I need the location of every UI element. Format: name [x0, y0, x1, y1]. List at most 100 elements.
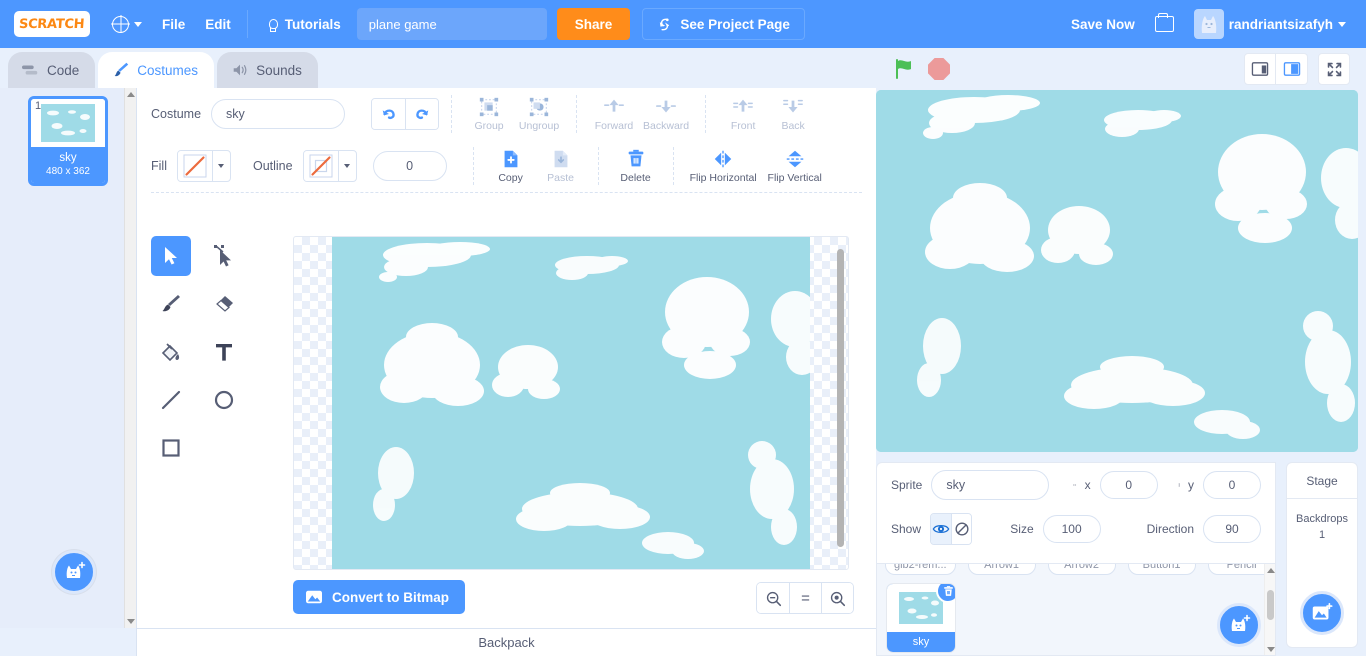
- paint-toolbar-row-2: Fill Outline 0 Copy Paste Delete Flip Ho…: [137, 140, 876, 192]
- add-costume-button[interactable]: [52, 550, 96, 594]
- scroll-down-icon[interactable]: [1267, 647, 1275, 652]
- zoom-in-button[interactable]: [821, 583, 853, 613]
- flip-vertical-button[interactable]: Flip Vertical: [761, 148, 829, 184]
- direction-input[interactable]: [1203, 515, 1261, 543]
- outline-swatch[interactable]: [303, 151, 338, 181]
- stage-selector-panel[interactable]: Stage Backdrops 1: [1286, 462, 1358, 648]
- ungroup-button[interactable]: Ungroup: [514, 96, 564, 132]
- tool-line[interactable]: [151, 380, 191, 420]
- paint-canvas[interactable]: [293, 236, 849, 570]
- size-label: Size: [1010, 522, 1034, 536]
- account-menu[interactable]: randriantsizafyh: [1184, 9, 1356, 39]
- costume-name-input[interactable]: [211, 99, 346, 129]
- scroll-up-icon[interactable]: [127, 92, 135, 97]
- scroll-down-icon[interactable]: [127, 619, 135, 624]
- show-hidden-button[interactable]: [950, 514, 972, 544]
- my-stuff-button[interactable]: [1145, 9, 1184, 39]
- zoom-out-button[interactable]: [757, 583, 789, 613]
- artboard[interactable]: [332, 237, 819, 569]
- outline-color-group[interactable]: [302, 150, 357, 182]
- y-input[interactable]: [1203, 471, 1261, 499]
- fullscreen-button[interactable]: [1318, 53, 1350, 85]
- sprite-name-input[interactable]: [931, 470, 1050, 500]
- large-stage-button[interactable]: [1276, 53, 1308, 85]
- show-label: Show: [891, 522, 922, 536]
- stage-canvas[interactable]: [876, 90, 1358, 452]
- see-project-page-button[interactable]: See Project Page: [642, 8, 805, 40]
- forward-button[interactable]: Forward: [589, 96, 639, 132]
- copy-button[interactable]: Copy: [486, 148, 536, 184]
- paint-editor: Costume Gr: [136, 88, 876, 628]
- edit-menu[interactable]: Edit: [195, 9, 241, 39]
- tool-circle[interactable]: [204, 380, 244, 420]
- flip-horizontal-button[interactable]: Flip Horizontal: [686, 148, 761, 184]
- share-button[interactable]: Share: [556, 8, 631, 40]
- tool-eraser[interactable]: [204, 284, 244, 324]
- sprite-chip[interactable]: glb2-rem...: [885, 564, 956, 575]
- add-sprite-button[interactable]: [1217, 603, 1261, 647]
- sprite-chip[interactable]: Button1: [1127, 564, 1196, 575]
- costume-list-scrollbar[interactable]: [124, 88, 136, 628]
- fill-dropdown-arrow[interactable]: [211, 151, 230, 181]
- backward-button[interactable]: Backward: [639, 96, 693, 132]
- back-icon: [783, 99, 804, 113]
- tutorials-menu[interactable]: Tutorials: [254, 9, 351, 39]
- delete-button[interactable]: Delete: [611, 148, 661, 184]
- tool-reshape[interactable]: [204, 236, 244, 276]
- show-visible-button[interactable]: [931, 514, 951, 544]
- size-input[interactable]: [1042, 515, 1101, 543]
- tool-rectangle[interactable]: [151, 428, 191, 468]
- outline-dropdown-arrow[interactable]: [337, 151, 356, 181]
- tab-sounds[interactable]: Sounds: [217, 52, 318, 88]
- save-now-button[interactable]: Save Now: [1061, 9, 1145, 39]
- undo-button[interactable]: [372, 99, 406, 129]
- x-input[interactable]: [1099, 471, 1158, 499]
- paste-button[interactable]: Paste: [536, 148, 586, 184]
- convert-to-bitmap-button[interactable]: Convert to Bitmap: [293, 580, 466, 614]
- add-backdrop-button[interactable]: [1300, 591, 1344, 635]
- stop-button[interactable]: [928, 58, 950, 80]
- sprite-list-scrollbar[interactable]: [1264, 564, 1275, 655]
- sprite-label: Sprite: [891, 478, 923, 492]
- tool-text[interactable]: [204, 332, 244, 372]
- stage-selector-header: Stage: [1287, 463, 1357, 499]
- costume-list-panel: 1 sky 480 x 362: [0, 88, 136, 628]
- y-label: y: [1188, 478, 1194, 492]
- costume-item-sky[interactable]: 1 sky 480 x 362: [28, 96, 108, 186]
- tool-brush[interactable]: [151, 284, 191, 324]
- scroll-thumb[interactable]: [1267, 590, 1274, 620]
- tool-fill[interactable]: [151, 332, 191, 372]
- eye-icon: [932, 524, 950, 534]
- project-title-input[interactable]: [356, 8, 547, 40]
- tool-select[interactable]: [151, 236, 191, 276]
- scratch-logo[interactable]: SCRATCH: [14, 11, 90, 37]
- fill-color-group[interactable]: [176, 150, 231, 182]
- trash-icon: [628, 149, 643, 167]
- small-stage-button[interactable]: [1244, 53, 1276, 85]
- sprite-chip[interactable]: Arrow1: [967, 564, 1036, 575]
- chevron-down-icon: [218, 164, 225, 168]
- fill-swatch[interactable]: [177, 151, 212, 181]
- direction-label: Direction: [1146, 522, 1194, 536]
- zoom-reset-button[interactable]: =: [789, 583, 821, 613]
- front-button[interactable]: Front: [718, 96, 768, 132]
- redo-button[interactable]: [405, 99, 439, 129]
- costume-artwork: [332, 237, 819, 569]
- canvas-scrollbar[interactable]: [837, 249, 844, 547]
- scroll-up-icon[interactable]: [1267, 568, 1275, 573]
- show-toggle-group: [930, 513, 973, 545]
- tab-code[interactable]: Code: [8, 52, 96, 88]
- language-menu[interactable]: [102, 9, 152, 39]
- sprite-item-sky[interactable]: sky: [887, 584, 955, 652]
- tab-costumes[interactable]: Costumes: [98, 52, 215, 88]
- sprite-chip[interactable]: Arrow2: [1047, 564, 1116, 575]
- tab-code-label: Code: [47, 62, 80, 78]
- stroke-width-input[interactable]: [372, 151, 447, 181]
- scratch-logo-text: SCRATCH: [18, 16, 86, 32]
- file-menu[interactable]: File: [152, 9, 195, 39]
- back-button[interactable]: Back: [768, 96, 818, 132]
- backpack-bar[interactable]: Backpack: [136, 628, 876, 656]
- group-button[interactable]: Group: [464, 96, 514, 132]
- green-flag-icon[interactable]: [892, 57, 916, 81]
- vertical-arrows-icon: [1178, 483, 1180, 487]
